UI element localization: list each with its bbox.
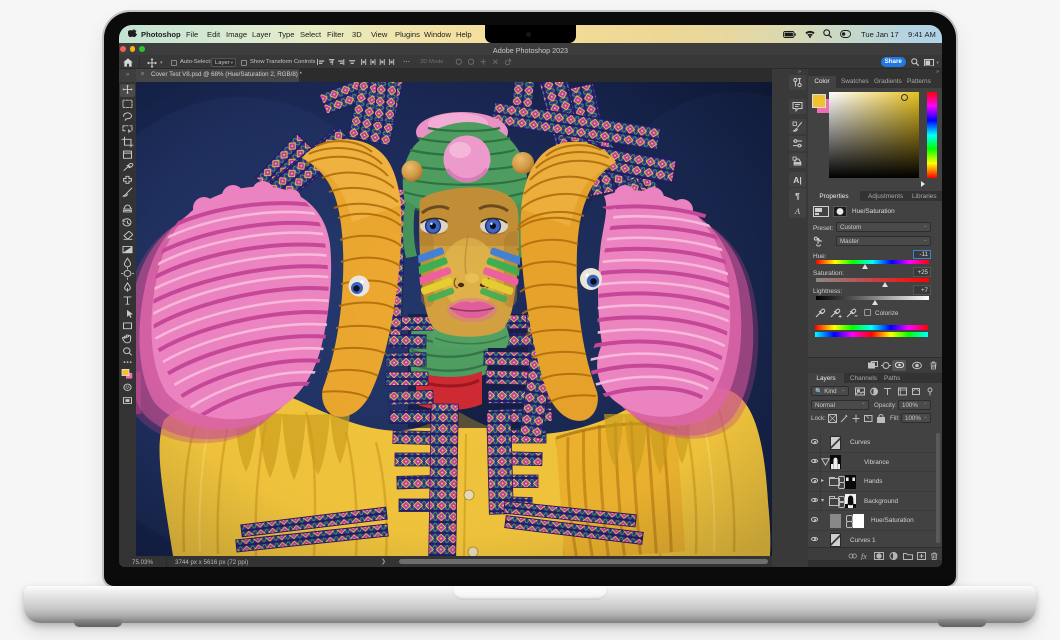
svg-text:fx: fx [861, 552, 867, 560]
